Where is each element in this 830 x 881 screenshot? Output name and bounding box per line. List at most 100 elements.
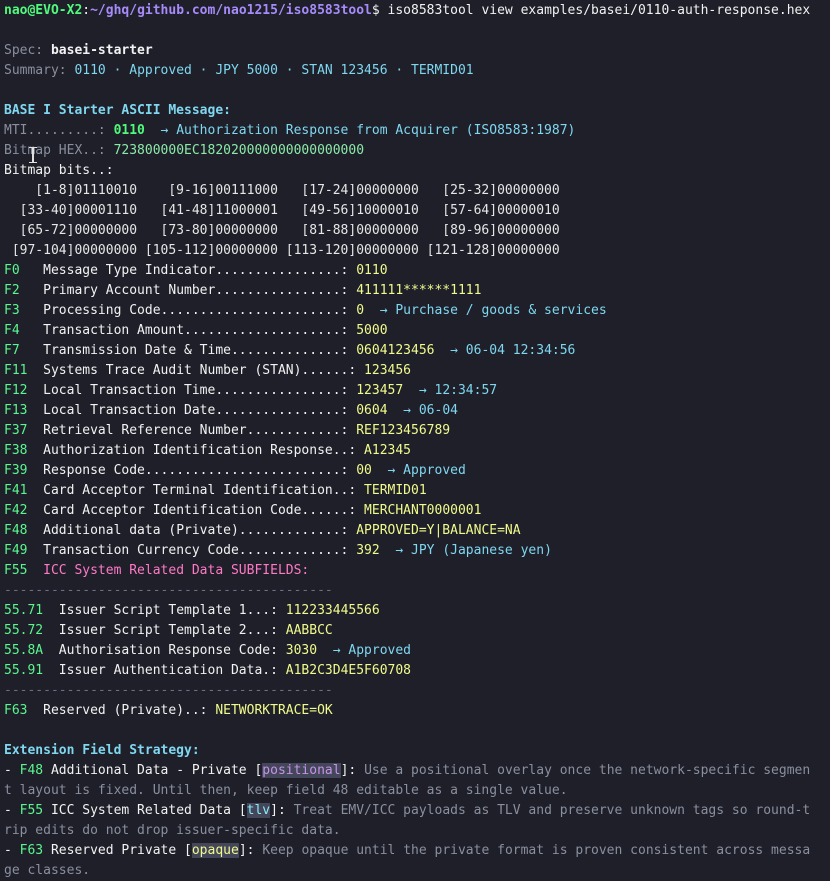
field-row: F3 Processing Code......................… (4, 301, 830, 321)
strategy-field: F55 (19, 803, 44, 818)
field-id: F42 (4, 503, 36, 518)
summary-line: Summary: 0110 · Approved · JPY 5000 · ST… (4, 61, 830, 81)
field-value: TERMID01 (364, 483, 427, 498)
field-id: F3 (4, 303, 36, 318)
field-row: F4 Transaction Amount...................… (4, 321, 830, 341)
strategy-text: Use a positional overlay once the networ… (364, 763, 811, 778)
bitmap-hex-value: 723800000EC182020000000000000000 (113, 143, 365, 158)
field-id: F39 (4, 463, 36, 478)
strategy-item: - F48 Additional Data - Private [positio… (4, 761, 830, 781)
strategy-text: Treat EMV/ICC payloads as TLV and preser… (293, 803, 811, 818)
subfield-row: 55.8A Authorisation Response Code: 3030 … (4, 641, 830, 661)
field-value: 0604123456 (356, 343, 435, 358)
bitmap-hex-label: Bitmap HEX..: (4, 143, 114, 158)
prompt-user-host: nao@EVO-X2 (4, 3, 83, 18)
field-row: F11 Systems Trace Audit Number (STAN)...… (4, 361, 830, 381)
field-description: → Approved (371, 463, 466, 478)
field-name: Transaction Amount....................: (35, 323, 357, 338)
subfield-row: 55.71 Issuer Script Template 1...: 11223… (4, 601, 830, 621)
mti-line: MTI.........: 0110 → Authorization Respo… (4, 121, 830, 141)
strategy-field: F63 (19, 843, 44, 858)
bracket-close: ]: (238, 843, 263, 858)
field-id: F38 (4, 443, 36, 458)
field-name: Message Type Indicator................: (35, 263, 357, 278)
prompt-separator: : (82, 3, 91, 18)
field-row: F0 Message Type Indicator...............… (4, 261, 830, 281)
field-description: → JPY (Japanese yen) (379, 543, 552, 558)
strategy-name: Additional Data - Private (43, 763, 255, 778)
field-id: F11 (4, 363, 36, 378)
f55-header: F55 ICC System Related Data SUBFIELDS: (4, 561, 830, 581)
field-description: → 06-04 (387, 403, 458, 418)
summary-label: Summary: (4, 63, 75, 78)
text-cursor-icon (29, 147, 37, 163)
field-row: F7 Transmission Date & Time.............… (4, 341, 830, 361)
spec-label: Spec: (4, 43, 51, 58)
field-name: Processing Code.......................: (35, 303, 357, 318)
bitmap-bits-row: [33-40]00001110 [41-48]11000001 [49-56]1… (4, 203, 560, 218)
field-name: Response Code.........................: (35, 463, 357, 478)
field-name: Local Transaction Date................: (35, 403, 357, 418)
bracket-open: [ (238, 803, 247, 818)
field-name: Additional data (Private).............: (35, 523, 357, 538)
field-id: F37 (4, 423, 36, 438)
subfield-id: 55.8A (4, 643, 51, 658)
field-row: F49 Transaction Currency Code...........… (4, 541, 830, 561)
field-row: F12 Local Transaction Time..............… (4, 381, 830, 401)
subfield-name: Issuer Script Template 1...: (50, 603, 286, 618)
field-value: 5000 (356, 323, 388, 338)
field-id: F4 (4, 323, 36, 338)
f55-id: F55 (4, 563, 36, 578)
bitmap-bits-row: [65-72]00000000 [73-80]00000000 [81-88]0… (4, 223, 560, 238)
field-value: 00 (356, 463, 372, 478)
strategy-text-continued: rip edits do not drop issuer-specific da… (4, 823, 341, 838)
subfield-description: → Approved (317, 643, 412, 658)
field-value: 0 (356, 303, 365, 318)
field-description: → 06-04 12:34:56 (434, 343, 576, 358)
bitmap-hex-line: Bitmap HEX..: 723800000EC182020000000000… (4, 141, 830, 161)
subfield-value: A1B2C3D4E5F60708 (285, 663, 412, 678)
terminal-output[interactable]: nao@EVO-X2:~/ghq/github.com/nao1215/iso8… (4, 1, 830, 881)
bracket-close: ]: (270, 803, 294, 818)
subfield-value: 112233445566 (285, 603, 380, 618)
strategy-title: Extension Field Strategy: (4, 743, 200, 758)
field-name: Transaction Currency Code.............: (35, 543, 357, 558)
subfield-id: 55.72 (4, 623, 51, 638)
field-value: 0604 (356, 403, 388, 418)
field-name: Authorization Identification Response..: (35, 443, 365, 458)
subfield-name: Issuer Script Template 2...: (50, 623, 286, 638)
field-value: MERCHANT0000001 (364, 503, 482, 518)
f63-id: F63 (4, 703, 36, 718)
strategy-name: Reserved Private (43, 843, 185, 858)
field-name: Transmission Date & Time..............: (35, 343, 357, 358)
f63-value: NETWORKTRACE=OK (215, 703, 333, 718)
strategy-item: - F63 Reserved Private [opaque]: Keep op… (4, 841, 830, 861)
strategy-bullet: - (4, 763, 20, 778)
subfield-name: Authorisation Response Code: (50, 643, 286, 658)
field-value: 123456 (364, 363, 412, 378)
field-value: A12345 (364, 443, 412, 458)
field-value: APPROVED=Y|BALANCE=NA (356, 523, 521, 538)
subfield-id: 55.91 (4, 663, 51, 678)
field-value: 392 (356, 543, 380, 558)
field-row: F42 Card Acceptor Identification Code...… (4, 501, 830, 521)
f55-title: ICC System Related Data SUBFIELDS: (35, 563, 310, 578)
field-id: F12 (4, 383, 36, 398)
mti-label: MTI.........: (4, 123, 114, 138)
field-description: → 12:34:57 (403, 383, 498, 398)
strategy-name: ICC System Related Data (43, 803, 239, 818)
strategy-tag: opaque (191, 843, 239, 858)
subfield-name: Issuer Authentication Data.: (50, 663, 286, 678)
field-name: Card Acceptor Identification Code......: (35, 503, 365, 518)
spec-value: basei-starter (50, 43, 153, 58)
field-row: F48 Additional data (Private)...........… (4, 521, 830, 541)
field-name: Retrieval Reference Number............: (35, 423, 357, 438)
subfield-value: AABBCC (285, 623, 333, 638)
bitmap-bits-row: [97-104]00000000 [105-112]00000000 [113-… (4, 243, 560, 258)
strategy-tag: positional (262, 763, 341, 778)
field-value: 411111******1111 (356, 283, 482, 298)
strategy-tag: tlv (246, 803, 271, 818)
field-row: F2 Primary Account Number...............… (4, 281, 830, 301)
